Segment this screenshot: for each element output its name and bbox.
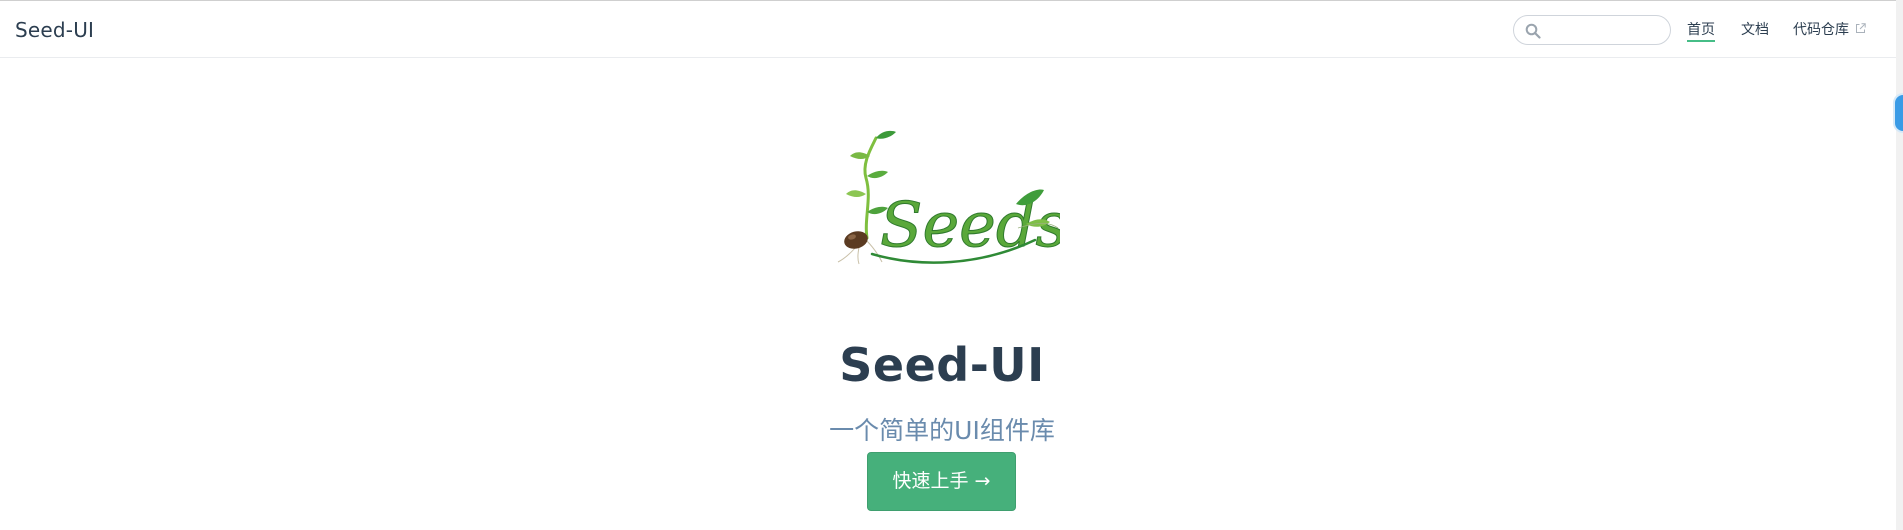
get-started-button[interactable]: 快速上手 → — [867, 452, 1016, 511]
hero-title: Seed-UI — [839, 337, 1045, 392]
search-input[interactable] — [1544, 18, 1666, 44]
page: Seed-UI 首页 文档 代码仓库 Seeds Seed-UI 一个简单的UI… — [0, 0, 1903, 530]
external-link-icon — [1855, 21, 1866, 33]
seed-logo: Seeds — [830, 128, 1068, 268]
floating-scroll-handle[interactable] — [1893, 93, 1903, 133]
site-name-link[interactable]: Seed-UI — [15, 18, 94, 42]
nav-link-docs[interactable]: 文档 — [1741, 21, 1769, 39]
hero-section: Seeds Seed-UI 一个简单的UI组件库 快速上手 → — [0, 58, 1896, 530]
nav-link-home[interactable]: 首页 — [1687, 21, 1715, 42]
page-scrollbar[interactable] — [1896, 0, 1903, 530]
hero-description: 一个简单的UI组件库 — [829, 416, 1055, 445]
nav-link-repository[interactable]: 代码仓库 — [1793, 21, 1866, 39]
search-box[interactable] — [1513, 15, 1671, 45]
nav-link-repository-label: 代码仓库 — [1793, 22, 1849, 38]
search-icon — [1525, 23, 1541, 39]
navbar: Seed-UI 首页 文档 代码仓库 — [0, 1, 1896, 58]
